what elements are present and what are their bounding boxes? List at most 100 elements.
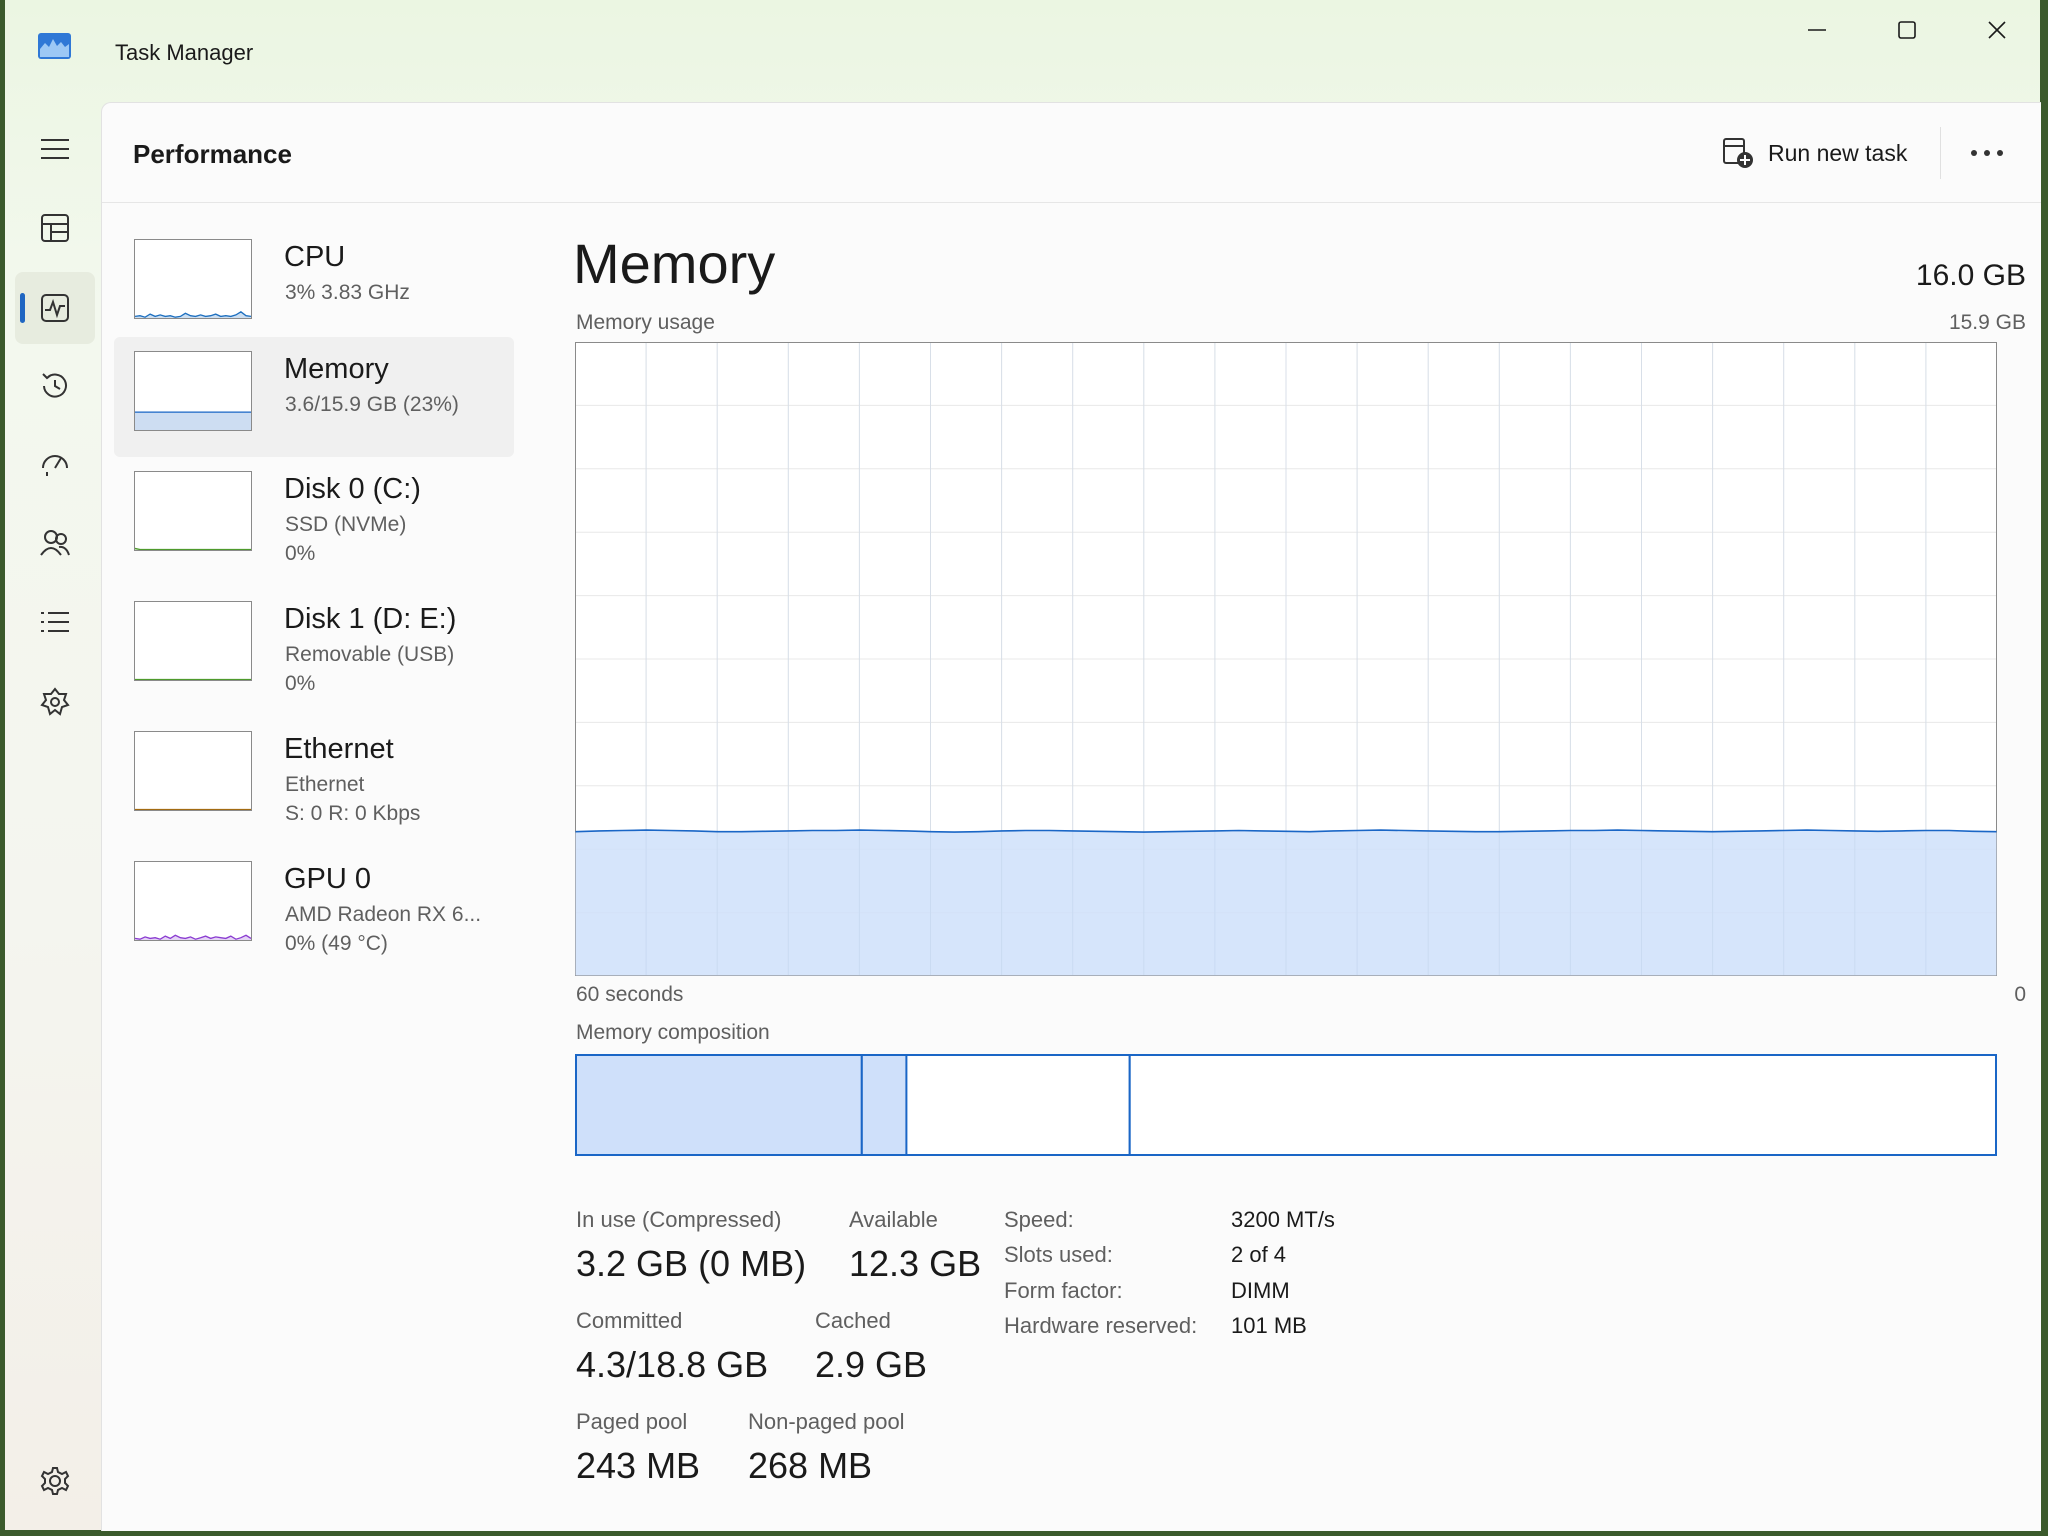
resource-detail: Removable (USB) — [285, 643, 455, 666]
hardware-reserved-label: Hardware reserved: — [1004, 1313, 1198, 1338]
memory-usage-label: Memory usage — [576, 311, 715, 334]
nav-services-button[interactable] — [15, 666, 95, 738]
nav-users-button[interactable] — [15, 507, 95, 579]
committed-value: 4.3/18.8 GB — [576, 1344, 769, 1385]
page-header: Performance Run new task — [102, 103, 2041, 203]
resource-usage: 0% (49 °C) — [285, 932, 388, 955]
cached-label: Cached — [815, 1308, 891, 1333]
resource-detail: SSD (NVMe) — [285, 513, 407, 536]
resource-thumbnail — [134, 861, 252, 941]
memory-composition-label: Memory composition — [576, 1021, 770, 1044]
startup-apps-icon — [42, 455, 68, 476]
gear-icon — [40, 1467, 70, 1495]
memory-usage-max: 15.9 GB — [1948, 311, 2026, 334]
form-factor-label: Form factor: — [1004, 1278, 1123, 1303]
menu-icon — [41, 139, 69, 159]
window-title: Task Manager — [115, 40, 254, 65]
resource-detail: 3.6/15.9 GB (23%) — [285, 393, 459, 416]
task-manager-window: Task Manager Performance Run new task CP… — [5, 0, 2041, 1531]
non-paged-pool-label: Non-paged pool — [748, 1409, 905, 1434]
available-value: 12.3 GB — [849, 1243, 982, 1284]
more-icon — [1971, 150, 2003, 156]
thumbnail-area — [135, 412, 251, 430]
minimize-button[interactable] — [1777, 8, 1857, 52]
available-label: Available — [849, 1207, 938, 1232]
nav-startup-apps-button[interactable] — [15, 428, 95, 500]
cached-value: 2.9 GB — [815, 1344, 928, 1385]
resource-name: Memory — [284, 353, 389, 385]
resource-name: CPU — [284, 241, 346, 273]
resource-name: GPU 0 — [284, 863, 372, 895]
in-use-label: In use (Compressed) — [576, 1207, 782, 1232]
active-indicator — [20, 293, 25, 323]
nav-processes-button[interactable] — [15, 192, 95, 264]
page-title: Performance — [133, 139, 292, 169]
resource-name: Disk 1 (D: E:) — [284, 603, 457, 635]
composition-segment-in-use — [575, 1054, 863, 1156]
run-new-task-button[interactable]: Run new task — [1722, 129, 1907, 177]
time-axis-start: 60 seconds — [576, 983, 684, 1006]
paged-pool-value: 243 MB — [576, 1445, 701, 1486]
resource-usage: 0% — [285, 672, 316, 695]
close-button[interactable] — [1957, 8, 2037, 52]
time-axis-end: 0 — [2014, 983, 2026, 1006]
maximize-button[interactable] — [1867, 8, 1947, 52]
memory-composition-bar — [575, 1054, 1997, 1156]
slots-used-value: 2 of 4 — [1231, 1242, 1287, 1267]
minimize-icon — [1808, 29, 1826, 31]
resource-name: Ethernet — [284, 733, 394, 765]
in-use-value: 3.2 GB (0 MB) — [576, 1243, 807, 1284]
resource-usage: 0% — [285, 542, 316, 565]
resource-detail: Ethernet — [285, 773, 365, 796]
resource-detail: AMD Radeon RX 6... — [285, 903, 482, 926]
task-manager-icon — [38, 33, 71, 59]
nav-details-button[interactable] — [15, 586, 95, 658]
resource-thumbnail — [134, 471, 252, 551]
resource-item-disk-0[interactable]: Disk 0 (C:) SSD (NVMe) 0% — [114, 457, 514, 577]
details-icon — [41, 612, 69, 632]
composition-segment-modified — [860, 1054, 908, 1156]
nav-settings-button[interactable] — [15, 1445, 95, 1517]
users-icon — [40, 530, 70, 556]
app-history-icon — [42, 373, 67, 398]
memory-usage-chart — [575, 342, 1997, 976]
resource-detail: 3% 3.83 GHz — [285, 281, 410, 304]
resource-thumbnail — [134, 239, 252, 319]
header-separator — [1940, 127, 1941, 179]
run-new-task-label: Run new task — [1768, 139, 1908, 166]
nav-performance-button[interactable] — [15, 272, 95, 344]
performance-panel: Performance Run new task CPU 3% 3.83 GHz — [101, 102, 2041, 1531]
resource-name: Disk 0 (C:) — [284, 473, 421, 505]
slots-used-label: Slots used: — [1004, 1242, 1113, 1267]
non-paged-pool-value: 268 MB — [748, 1445, 873, 1486]
nav-menu-button[interactable] — [15, 113, 95, 185]
detail-title: Memory — [573, 232, 776, 295]
resource-item-ethernet[interactable]: Ethernet Ethernet S: 0 R: 0 Kbps — [114, 717, 514, 837]
committed-label: Committed — [576, 1308, 683, 1333]
resource-thumbnail — [134, 601, 252, 681]
resource-item-disk-1[interactable]: Disk 1 (D: E:) Removable (USB) 0% — [114, 587, 514, 707]
paged-pool-label: Paged pool — [576, 1409, 688, 1434]
nav-app-history-button[interactable] — [15, 350, 95, 422]
speed-value: 3200 MT/s — [1231, 1207, 1335, 1232]
run-task-icon — [1723, 138, 1753, 168]
more-options-button[interactable] — [1962, 131, 2012, 175]
resource-item-cpu[interactable]: CPU 3% 3.83 GHz — [114, 225, 514, 345]
resource-usage: S: 0 R: 0 Kbps — [285, 802, 421, 825]
composition-segment-standby — [905, 1054, 1131, 1156]
composition-segment-free — [1128, 1054, 1997, 1156]
memory-total: 16.0 GB — [1915, 259, 2026, 292]
resource-item-gpu-0[interactable]: GPU 0 AMD Radeon RX 6... 0% (49 °C) — [114, 847, 514, 967]
thumbnail-line — [135, 547, 251, 550]
close-icon — [1988, 21, 2006, 39]
resource-thumbnail — [134, 731, 252, 811]
processes-icon — [41, 214, 69, 242]
resource-item-memory[interactable]: Memory 3.6/15.9 GB (23%) — [114, 337, 514, 457]
performance-icon — [41, 294, 69, 322]
maximize-icon — [1898, 21, 1916, 39]
speed-label: Speed: — [1004, 1207, 1074, 1232]
resource-thumbnail — [134, 351, 252, 431]
hardware-reserved-value: 101 MB — [1231, 1313, 1307, 1338]
services-icon — [40, 687, 70, 716]
form-factor-value: DIMM — [1231, 1278, 1290, 1303]
